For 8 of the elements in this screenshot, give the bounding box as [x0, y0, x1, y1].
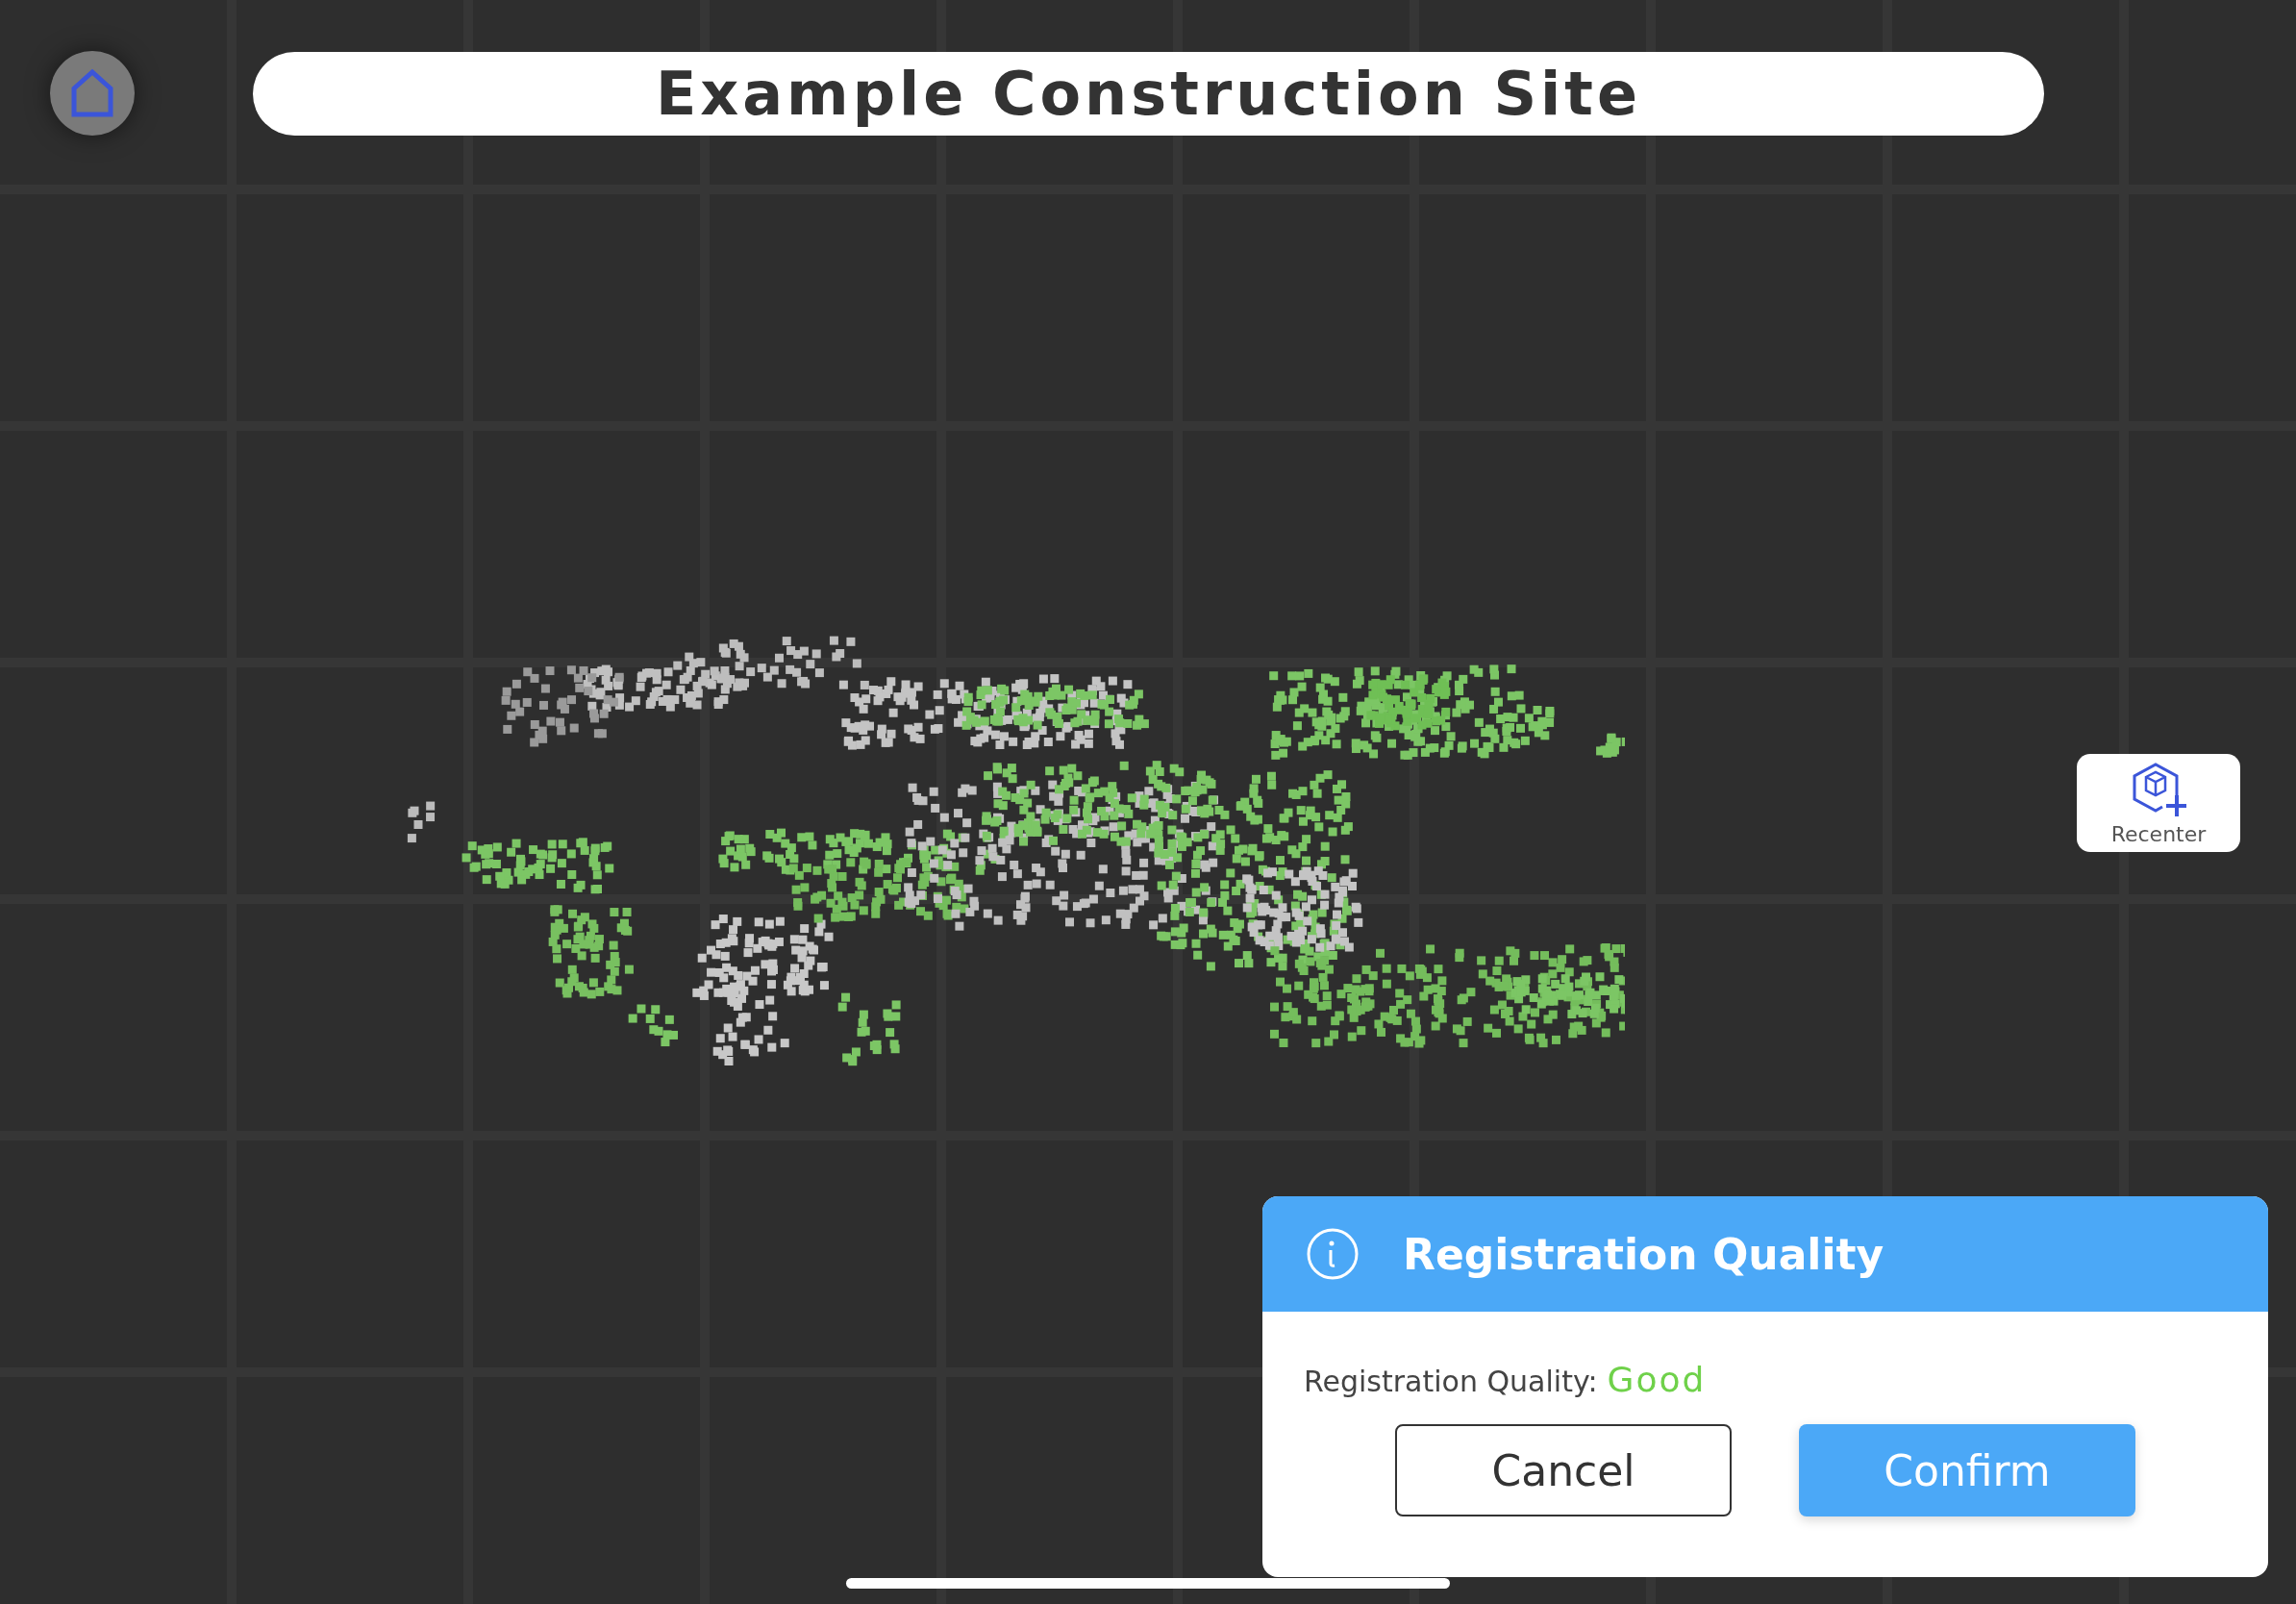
info-icon — [1306, 1227, 1360, 1281]
quality-value: Good — [1607, 1360, 1707, 1399]
home-icon — [71, 69, 113, 117]
quality-label: Registration Quality: — [1304, 1365, 1598, 1398]
dialog-title: Registration Quality — [1403, 1229, 1884, 1279]
recenter-button[interactable]: Recenter — [2077, 754, 2240, 852]
site-title: Example Construction Site — [655, 58, 1642, 129]
cancel-button[interactable]: Cancel — [1395, 1424, 1732, 1516]
